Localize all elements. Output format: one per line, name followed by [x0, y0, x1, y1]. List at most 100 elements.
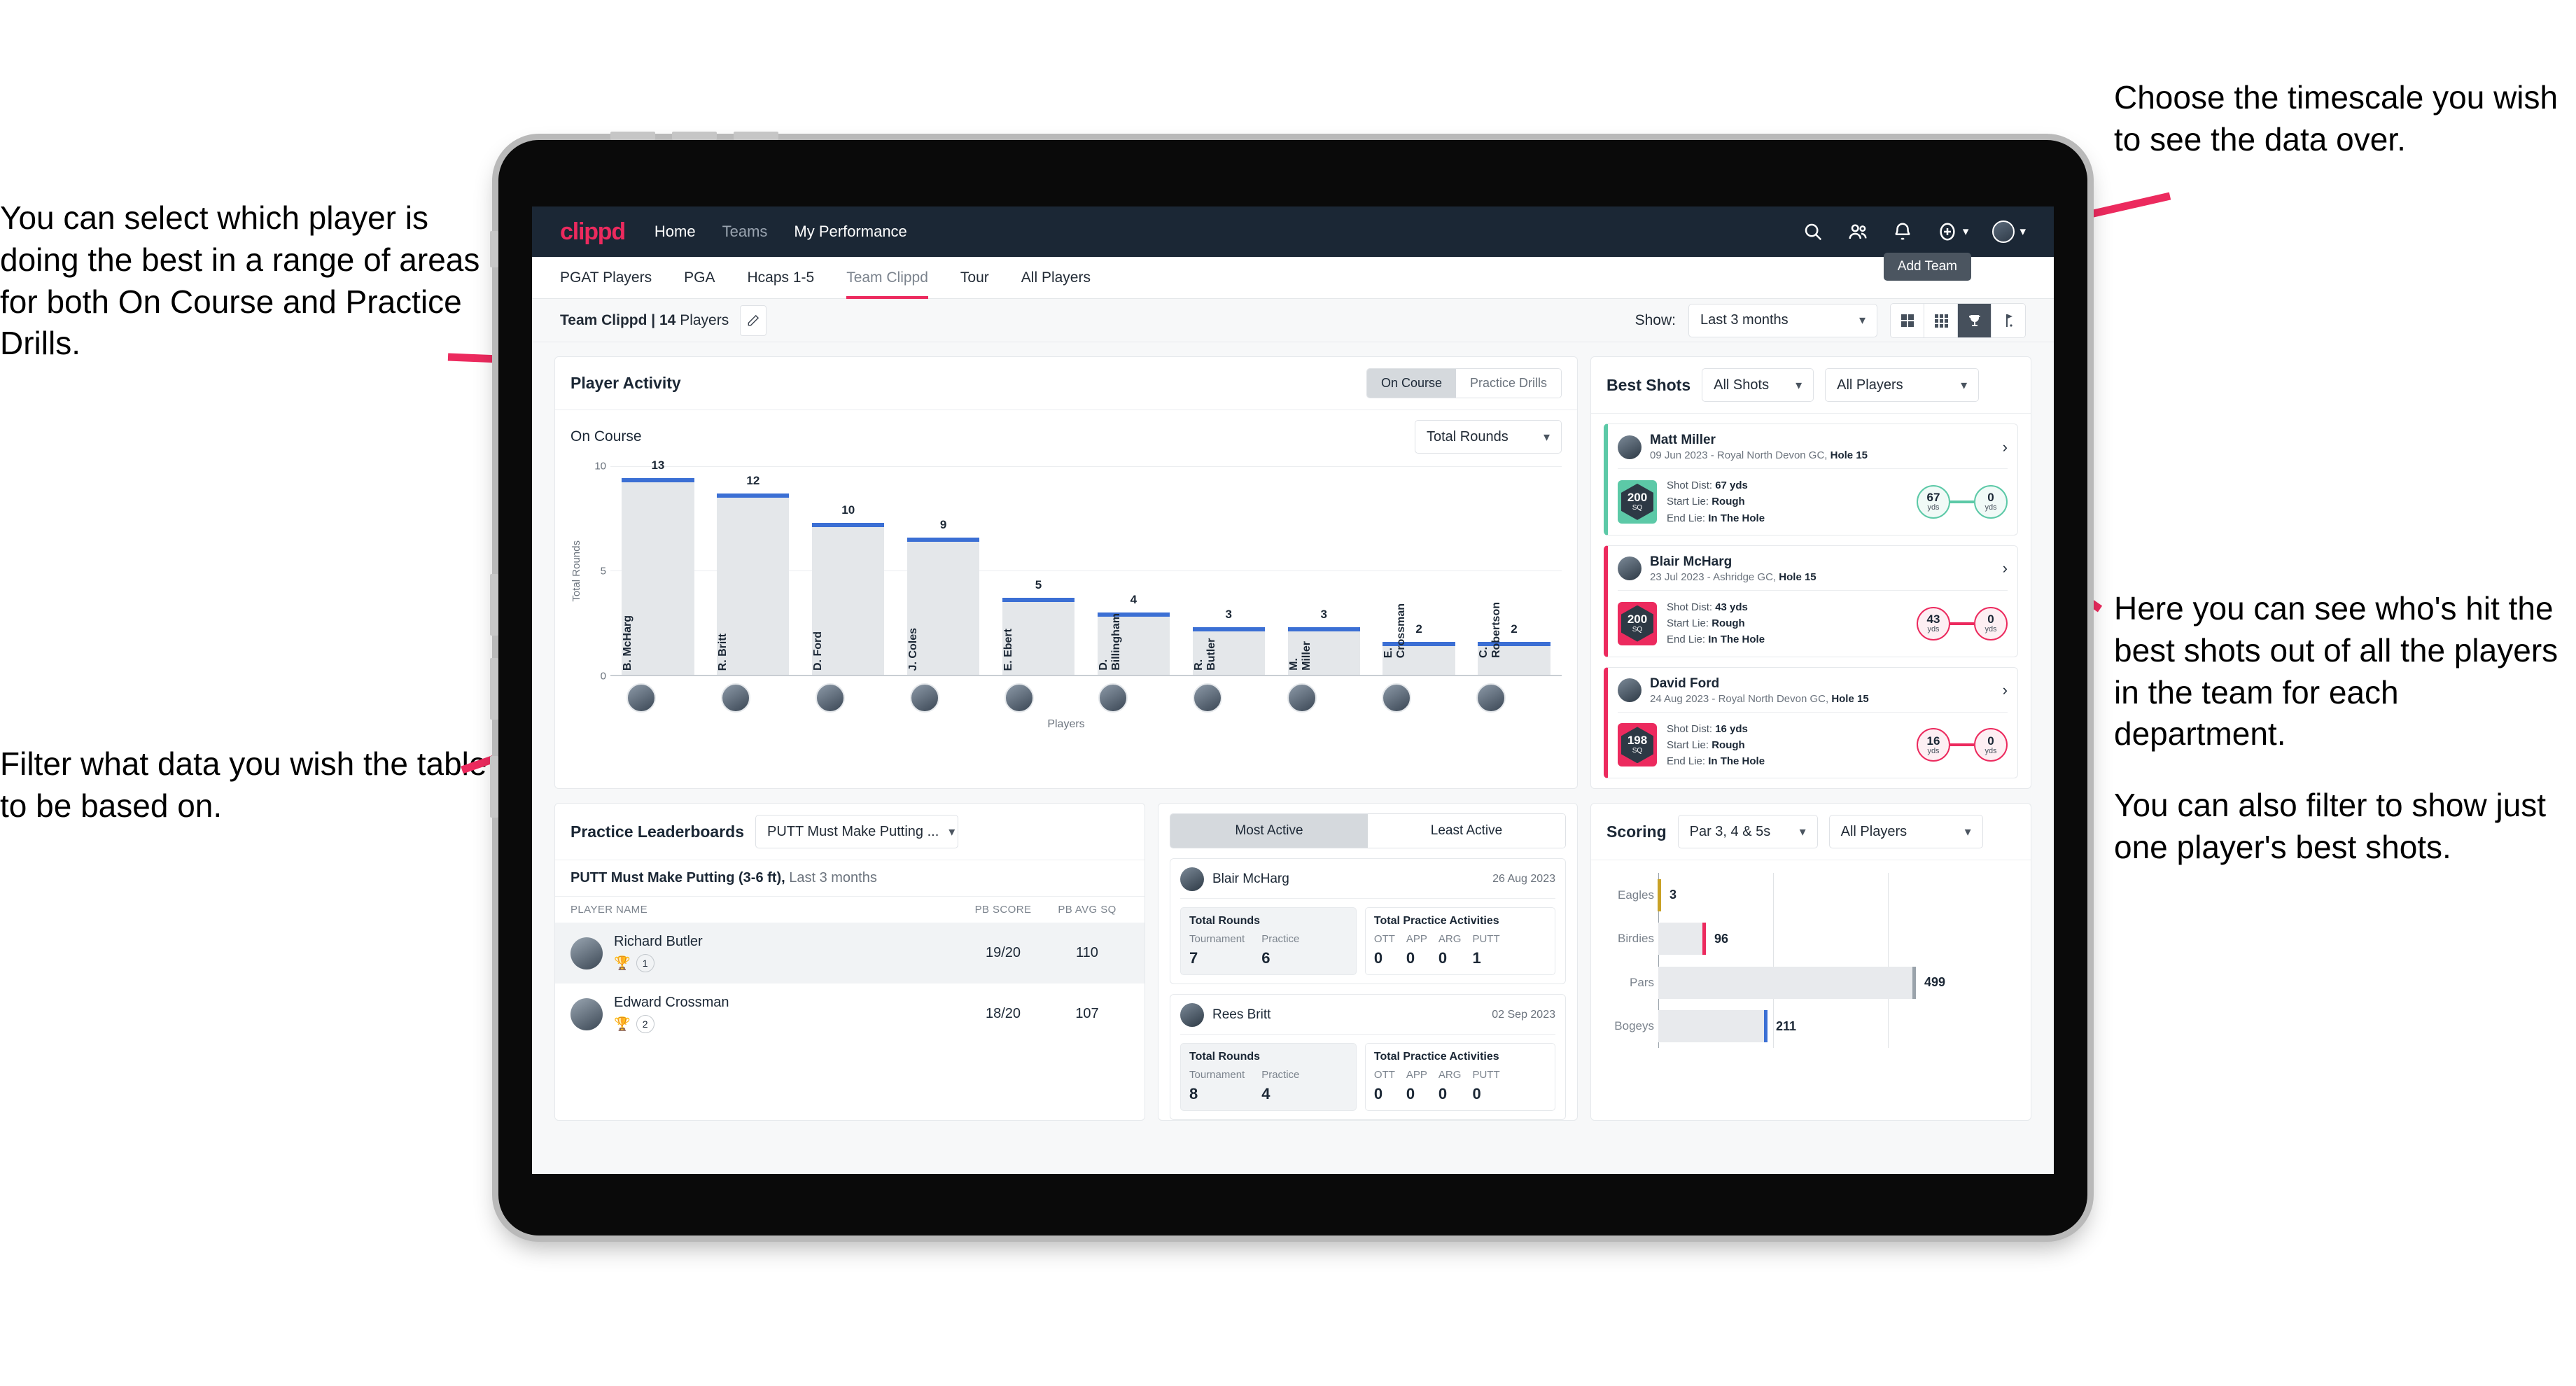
activity-player-name: Rees Britt [1212, 1007, 1271, 1023]
tab-pga[interactable]: PGA [684, 257, 715, 299]
player-avatar[interactable] [1287, 683, 1317, 713]
people-icon[interactable] [1847, 221, 1868, 242]
nav-item-my-performance[interactable]: My Performance [794, 223, 906, 241]
best-shot-body: 200 SQ Shot Dist: 67 yds Start Lie: Roug… [1618, 469, 2008, 526]
tab-hcaps-1-5[interactable]: Hcaps 1-5 [747, 257, 814, 299]
player-avatar[interactable] [1381, 683, 1411, 713]
scoring-row-pars[interactable]: Pars 499 [1630, 966, 2015, 999]
app-header: clippd Home Teams My Performance ▾ ▾ [532, 206, 2054, 257]
shot-dist-value: 67 yds [1715, 479, 1748, 491]
tab-tour[interactable]: Tour [960, 257, 989, 299]
tab-pgat-players[interactable]: PGAT Players [560, 257, 652, 299]
nav-item-home[interactable]: Home [654, 223, 696, 241]
bar-col-8[interactable]: 2 E. Crossman [1382, 466, 1455, 675]
user-chevron-down-icon[interactable]: ▾ [2019, 225, 2026, 239]
bar-col-1[interactable]: 12 R. Britt [717, 466, 790, 675]
player-avatar[interactable] [1193, 683, 1223, 713]
player-activity-chart: Total Rounds 10 5 0 13 B. McHarg 12 R. B… [570, 458, 1562, 682]
distance-to-value: 0 [1987, 612, 1994, 626]
best-shot-meta: 24 Aug 2023 - Royal North Devon GC, Hole… [1650, 693, 1869, 705]
timescale-select[interactable]: Last 3 months ▾ [1688, 303, 1877, 337]
table-row[interactable]: Edward Crossman 🏆 2 18/20 107 [555, 983, 1144, 1044]
chevron-right-icon[interactable]: › [2003, 438, 2008, 456]
best-shot-card[interactable]: Matt Miller 09 Jun 2023 - Royal North De… [1604, 424, 2018, 536]
player-avatar[interactable] [1476, 683, 1506, 713]
scoring-bar-cap [1912, 966, 1916, 999]
chart-plot-area: 13 B. McHarg 12 R. Britt 10 D. Ford 9 J.… [610, 458, 1562, 676]
drill-select[interactable]: PUTT Must Make Putting ... ▾ [755, 815, 959, 849]
bar-col-4[interactable]: 5 E. Ebert [1002, 466, 1075, 675]
distance-from-value: 67 [1926, 491, 1940, 505]
bar-col-0[interactable]: 13 B. McHarg [622, 458, 694, 675]
best-shots-list: Matt Miller 09 Jun 2023 - Royal North De… [1591, 414, 2031, 788]
plus-chevron-down-icon[interactable]: ▾ [1963, 225, 1969, 239]
bell-icon[interactable] [1892, 221, 1913, 242]
start-lie-value: Rough [1712, 738, 1745, 751]
player-avatar[interactable] [626, 683, 657, 713]
bar-col-3[interactable]: 9 J. Coles [906, 466, 980, 675]
tab-team-clippd[interactable]: Team Clippd [846, 257, 928, 299]
scoring-bar-cap [1702, 923, 1706, 955]
table-row[interactable]: Richard Butler 🏆 1 19/20 110 [555, 923, 1144, 984]
metric-select[interactable]: Total Rounds ▾ [1415, 420, 1562, 454]
player-activity-header: Player Activity On Course Practice Drill… [555, 357, 1577, 410]
scoring-row-bogeys[interactable]: Bogeys 211 [1614, 1010, 2015, 1042]
view-grid-large-button[interactable] [1891, 303, 1924, 337]
practice-app-value: 0 [1406, 949, 1415, 967]
best-shots-player-filter[interactable]: All Players ▾ [1825, 368, 1980, 402]
best-shot-meta: 09 Jun 2023 - Royal North Devon GC, Hole… [1650, 449, 1868, 461]
bar-1: R. Britt [717, 493, 790, 675]
activity-player-card[interactable]: Rees Britt 02 Sep 2023 Total Rounds Tour… [1170, 994, 1566, 1121]
bar-label-4: E. Ebert [1002, 628, 1014, 671]
best-shot-card[interactable]: Blair McHarg 23 Jul 2023 - Ashridge GC, … [1604, 545, 2018, 657]
tablet-button-side-2 [490, 574, 498, 636]
user-avatar[interactable] [1992, 220, 2015, 243]
search-icon[interactable] [1802, 221, 1823, 242]
best-shot-card[interactable]: David Ford 24 Aug 2023 - Royal North Dev… [1604, 666, 2018, 779]
best-shot-details: Shot Dist: 16 yds Start Lie: Rough End L… [1667, 721, 1765, 770]
bar-col-7[interactable]: 3 M. Miller [1287, 466, 1361, 675]
bar-value-5: 4 [1130, 592, 1138, 606]
best-shot-player-name: Matt Miller [1650, 433, 1716, 447]
tab-all-players[interactable]: All Players [1021, 257, 1091, 299]
nav-item-teams[interactable]: Teams [722, 223, 768, 241]
tab-most-active[interactable]: Most Active [1170, 814, 1368, 848]
scoring-row-birdies[interactable]: Birdies 96 [1618, 923, 2015, 955]
player-avatar [1180, 867, 1204, 892]
player-avatar[interactable] [815, 683, 845, 713]
scoring-par-filter[interactable]: Par 3, 4 & 5s ▾ [1677, 815, 1818, 849]
edit-team-button[interactable] [740, 304, 767, 336]
scoring-row-eagles[interactable]: Eagles 3 [1618, 878, 2015, 911]
activity-player-card[interactable]: Blair McHarg 26 Aug 2023 Total Rounds To… [1170, 858, 1566, 985]
best-shots-shot-filter[interactable]: All Shots ▾ [1702, 368, 1814, 402]
practice-arg-label: ARG [1438, 1069, 1462, 1082]
chevron-right-icon[interactable]: › [2003, 681, 2008, 699]
chevron-right-icon[interactable]: › [2003, 559, 2008, 578]
distance-to-unit: yds [1984, 746, 1997, 755]
segment-practice-drills[interactable]: Practice Drills [1455, 369, 1561, 398]
player-avatar [1618, 435, 1642, 459]
player-avatar[interactable] [1004, 683, 1034, 713]
bar-col-6[interactable]: 3 R. Butler [1192, 466, 1266, 675]
clippd-logo[interactable]: clippd [560, 218, 626, 246]
player-avatar[interactable] [909, 683, 939, 713]
tab-least-active[interactable]: Least Active [1368, 814, 1565, 848]
shot-quality-unit: SQ [1632, 747, 1643, 755]
bar-col-2[interactable]: 10 D. Ford [812, 466, 885, 675]
player-avatar[interactable] [1098, 683, 1128, 713]
view-trophy-button[interactable] [1958, 303, 1991, 337]
segment-on-course[interactable]: On Course [1366, 369, 1456, 398]
rounds-practice-value: 4 [1261, 1085, 1270, 1103]
view-golf-flag-button[interactable] [1991, 304, 2025, 337]
plus-circle-icon[interactable] [1937, 221, 1958, 242]
bar-col-9[interactable]: 2 C. Robertson [1478, 466, 1550, 675]
practice-app: APP 0 [1406, 933, 1427, 967]
view-grid-small-button[interactable] [1924, 303, 1958, 337]
scoring-player-filter[interactable]: All Players ▾ [1828, 815, 1983, 849]
practice-putt-label: PUTT [1472, 1069, 1500, 1082]
scoring-header: Scoring Par 3, 4 & 5s ▾ All Players ▾ [1591, 804, 2031, 861]
player-avatar[interactable] [721, 683, 751, 713]
start-lie-label: Start Lie: [1667, 496, 1712, 508]
player-avatar [1618, 678, 1642, 702]
bar-col-5[interactable]: 4 D. Billingham [1097, 466, 1170, 675]
